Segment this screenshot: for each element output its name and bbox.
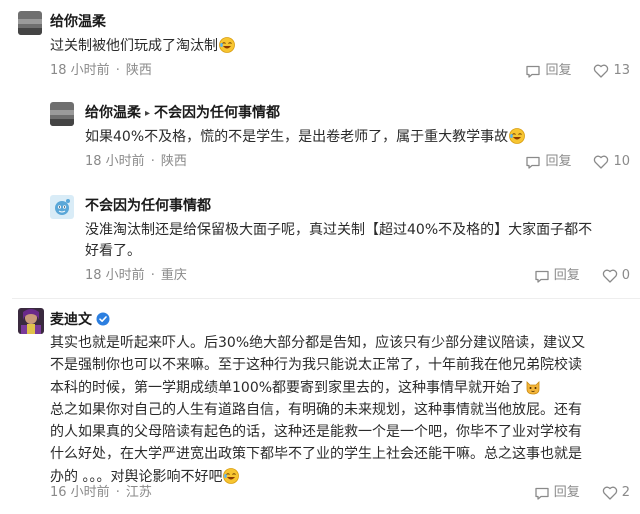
laughing-emoji-icon <box>509 128 526 144</box>
comment-meta: 18 小时前 · 陕西 <box>85 154 187 169</box>
reply-button[interactable]: 回复 <box>525 153 571 171</box>
author-name[interactable]: 给你温柔 <box>50 12 106 32</box>
reply-button[interactable]: 回复 <box>534 267 580 285</box>
reply-button[interactable]: 回复 <box>525 62 571 80</box>
reply-icon <box>535 487 549 500</box>
divider <box>12 298 640 299</box>
laughing-emoji-icon <box>223 467 240 484</box>
reply-icon <box>526 156 541 169</box>
comment-actions: 回复 0 <box>534 267 630 285</box>
avatar[interactable] <box>50 195 74 219</box>
reply-icon <box>535 270 549 283</box>
author-name[interactable]: 不会因为任何事情都 <box>85 196 211 216</box>
verified-badge-icon <box>96 312 110 326</box>
author-name-link[interactable]: 麦迪文 <box>50 312 92 328</box>
laughing-emoji-icon <box>219 37 235 53</box>
comment-actions: 回复 2 <box>534 484 630 502</box>
avatar[interactable] <box>50 102 74 126</box>
like-button[interactable]: 13 <box>593 62 630 80</box>
like-button[interactable]: 10 <box>593 153 630 171</box>
comment-actions: 回复 10 <box>525 153 630 171</box>
reply-icon <box>526 65 541 78</box>
like-button[interactable]: 2 <box>602 484 630 502</box>
author-name: 麦迪文 <box>50 310 110 330</box>
comment-meta: 16 小时前 · 江苏 <box>50 485 152 500</box>
cat-emoji-icon <box>525 379 541 395</box>
like-button[interactable]: 0 <box>602 267 630 285</box>
comment-text: 其实也就是听起来吓人。后30%绝大部分都是告知，应该只有少部分建议陪读，建议又 … <box>50 335 586 485</box>
heart-icon <box>594 64 609 78</box>
comment-meta: 18 小时前 · 陕西 <box>50 63 152 78</box>
heart-icon <box>602 486 617 500</box>
comment-actions: 回复 13 <box>525 62 630 80</box>
comment-text: 没准淘汰制还是给保留极大面子呢，真过关制【超过40%不及格的】大家面子都不 好看… <box>85 222 593 259</box>
reply-button[interactable]: 回复 <box>534 484 580 502</box>
reply-arrow-icon: ▸ <box>145 108 151 119</box>
comment-meta: 18 小时前 · 重庆 <box>85 268 187 283</box>
author-name: 给你温柔 ▸ 不会因为任何事情都 <box>85 103 280 124</box>
heart-icon <box>602 269 617 283</box>
avatar[interactable] <box>18 11 42 35</box>
comment-text: 过关制被他们玩成了淘汰制 <box>50 36 235 57</box>
comment-text: 如果40%不及格，慌的不是学生，是出卷老师了，属于重大教学事故 <box>85 127 526 148</box>
heart-icon <box>594 155 609 169</box>
author-name-link[interactable]: 给你温柔 <box>85 105 141 121</box>
reply-to-name[interactable]: 不会因为任何事情都 <box>154 105 280 121</box>
avatar[interactable] <box>18 308 44 334</box>
